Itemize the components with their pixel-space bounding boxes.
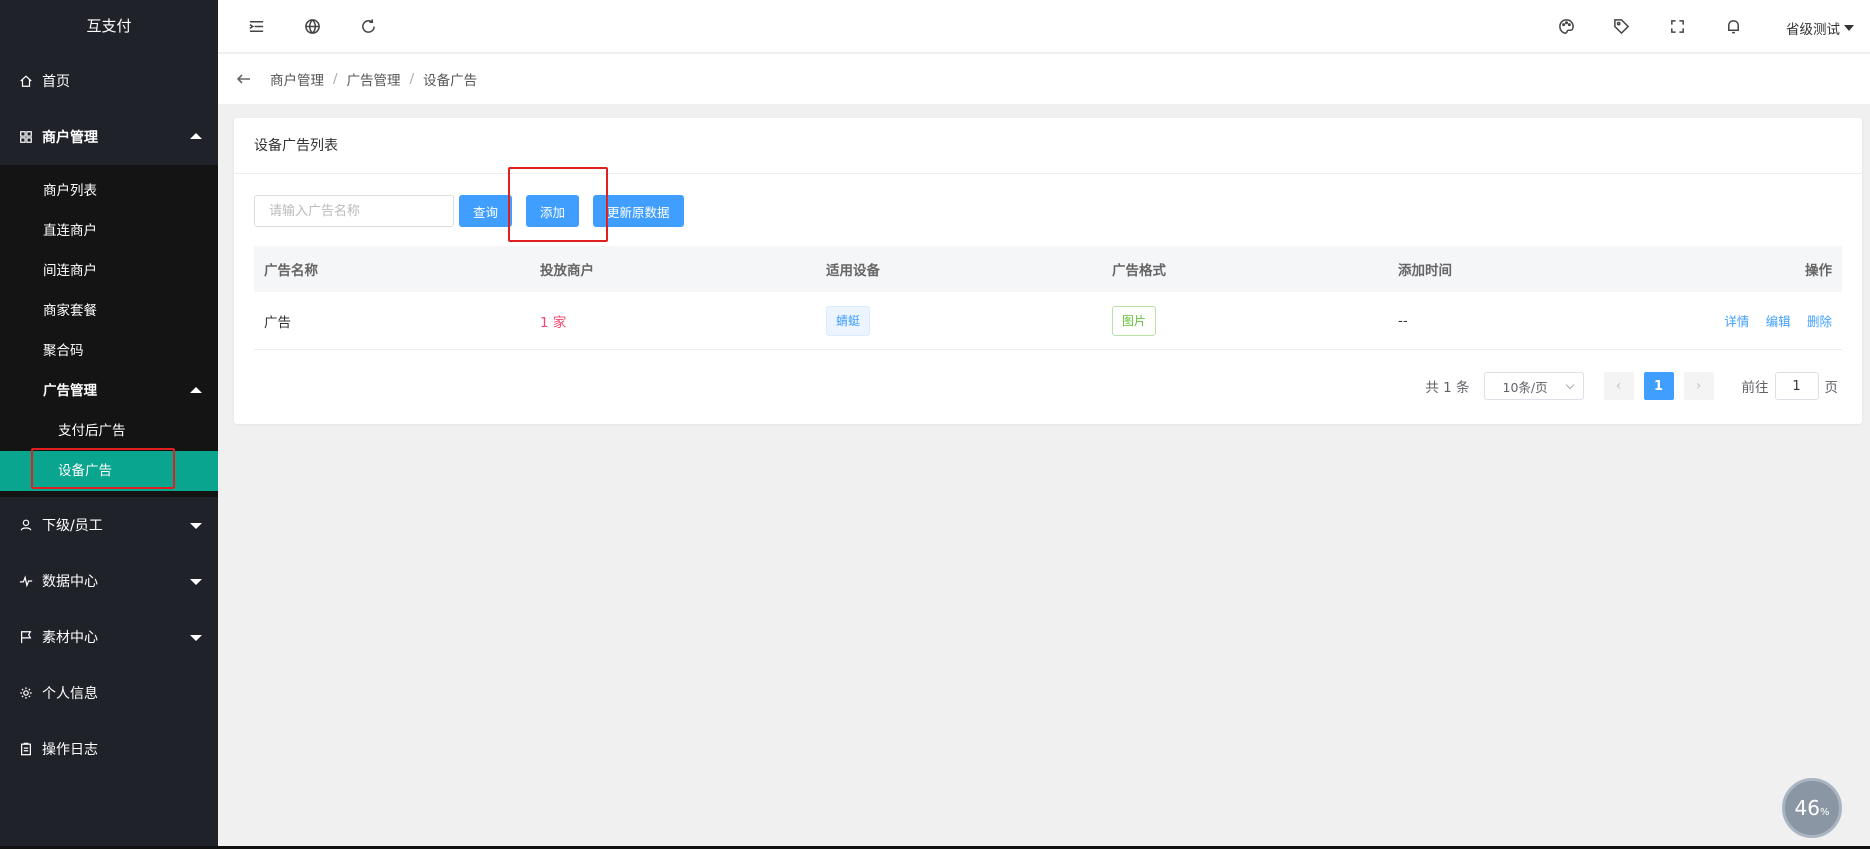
column-header-actions: 操作	[1805, 263, 1832, 279]
device-ad-table: 广告名称 投放商户 适用设备 广告格式 添加时间 操作 广告 1 家 蜻蜓 图片…	[254, 246, 1842, 350]
column-header-merchant: 投放商户	[540, 263, 594, 279]
sidebar-item-label: 下级/员工	[42, 518, 103, 534]
caret-up-icon	[190, 387, 202, 393]
edit-link[interactable]: 编辑	[1766, 314, 1791, 329]
page-suffix-label: 页	[1824, 380, 1839, 396]
caret-down-icon	[190, 523, 202, 529]
page-number-current[interactable]: 1	[1643, 372, 1674, 400]
column-header-ad-name: 广告名称	[264, 263, 318, 279]
column-header-device: 适用设备	[826, 263, 880, 279]
grid-icon	[18, 129, 34, 145]
query-button[interactable]: 查询	[459, 195, 513, 227]
sidebar-item-label: 广告管理	[43, 383, 97, 399]
column-header-added-time: 添加时间	[1398, 263, 1452, 279]
gear-icon	[18, 685, 34, 701]
goto-label: 前往	[1741, 380, 1769, 396]
sidebar-item-subordinates[interactable]: 下级/员工	[0, 497, 218, 553]
toolbar: 查询 添加 更新原数据	[254, 195, 684, 227]
sidebar-item-post-payment-ad[interactable]: 支付后广告	[0, 411, 218, 451]
pulse-icon	[18, 573, 34, 589]
breadcrumb-separator: /	[333, 71, 338, 87]
prev-page-button[interactable]: ‹	[1603, 372, 1634, 400]
caret-down-icon	[190, 579, 202, 585]
pagination: 共 1 条 10条/页 ‹ 1 › 前往 页	[1425, 372, 1838, 400]
progress-badge[interactable]: 46%	[1782, 778, 1842, 838]
top-bar: 省级测试	[218, 0, 1870, 53]
next-page-button[interactable]: ›	[1683, 372, 1714, 400]
fullscreen-icon[interactable]	[1667, 16, 1687, 36]
caret-down-icon	[1844, 25, 1854, 31]
home-icon	[18, 73, 34, 89]
card-title: 设备广告列表	[234, 118, 1862, 174]
sidebar-item-data-center[interactable]: 数据中心	[0, 553, 218, 609]
sidebar-item-merchant-package[interactable]: 商家套餐	[0, 291, 218, 331]
device-tag: 蜻蜓	[826, 305, 871, 336]
format-tag: 图片	[1112, 305, 1157, 336]
sidebar-item-label: 操作日志	[42, 742, 98, 758]
table-row: 广告 1 家 蜻蜓 图片 -- 详情 编辑 删除	[254, 292, 1842, 350]
table-header: 广告名称 投放商户 适用设备 广告格式 添加时间 操作	[254, 246, 1842, 292]
page-size-value: 10条/页	[1502, 379, 1548, 395]
sidebar-item-label: 数据中心	[42, 574, 98, 590]
highlight-box-add-button	[508, 167, 608, 242]
sidebar-item-label: 素材中心	[42, 630, 98, 646]
caret-down-icon	[190, 635, 202, 641]
user-name: 省级测试	[1786, 22, 1840, 38]
page-size-select[interactable]: 10条/页	[1483, 372, 1584, 400]
user-dropdown[interactable]: 省级测试	[1786, 18, 1854, 38]
sidebar-item-indirect-merchant[interactable]: 间连商户	[0, 251, 218, 291]
breadcrumb-separator: /	[409, 71, 415, 87]
total-count: 共 1 条	[1425, 380, 1470, 396]
device-ad-card: 设备广告列表 查询 添加 更新原数据 广告名称 投放商户 适用设备 广告格式 添…	[234, 118, 1862, 424]
column-header-format: 广告格式	[1112, 263, 1166, 279]
menu-fold-icon[interactable]	[246, 16, 266, 36]
sidebar-item-merchant-management[interactable]: 商户管理	[0, 109, 218, 165]
app-logo-title: 互支付	[86, 17, 132, 35]
breadcrumb-item-merchant-management[interactable]: 商户管理	[270, 69, 324, 89]
caret-up-icon	[190, 133, 202, 139]
cell-merchant-count[interactable]: 1 家	[540, 311, 826, 331]
sidebar-item-merchant-list[interactable]: 商户列表	[0, 171, 218, 211]
clipboard-icon	[18, 741, 34, 757]
sidebar-item-ad-management[interactable]: 广告管理	[0, 371, 218, 411]
chevron-down-icon	[1565, 380, 1574, 389]
sidebar-item-direct-merchant[interactable]: 直连商户	[0, 211, 218, 251]
sidebar-item-material-center[interactable]: 素材中心	[0, 609, 218, 665]
cell-actions: 详情 编辑 删除	[1698, 311, 1842, 330]
sidebar-item-profile[interactable]: 个人信息	[0, 665, 218, 721]
palette-icon[interactable]	[1556, 16, 1576, 36]
globe-icon[interactable]	[302, 16, 322, 36]
sidebar-item-label: 个人信息	[42, 686, 98, 702]
breadcrumb: 商户管理 / 广告管理 / 设备广告	[218, 54, 1870, 104]
breadcrumb-item-device-ad: 设备广告	[423, 73, 478, 89]
sidebar-item-label: 首页	[42, 74, 70, 90]
sidebar-item-label: 商户管理	[42, 130, 98, 146]
sidebar-item-operation-log[interactable]: 操作日志	[0, 721, 218, 777]
breadcrumb-item-ad-management[interactable]: 广告管理	[347, 69, 401, 89]
sidebar-item-aggregate-code[interactable]: 聚合码	[0, 331, 218, 371]
detail-link[interactable]: 详情	[1724, 314, 1749, 329]
tag-icon[interactable]	[1611, 16, 1631, 36]
cell-ad-name: 广告	[264, 314, 291, 331]
user-icon	[18, 517, 34, 533]
highlight-box-device-ad	[31, 448, 175, 489]
sidebar: 互支付 首页 商户管理 商户列表 直连商户 间连商户 商家套餐 聚合码 广告管理…	[0, 0, 218, 849]
cell-added-time: --	[1398, 312, 1408, 329]
delete-link[interactable]: 删除	[1807, 314, 1832, 329]
bell-icon[interactable]	[1723, 16, 1743, 36]
ad-name-search-input[interactable]	[254, 195, 454, 227]
flag-icon	[18, 629, 34, 645]
progress-value: 46	[1794, 796, 1820, 820]
sidebar-item-home[interactable]: 首页	[0, 53, 218, 109]
progress-unit: %	[1819, 806, 1830, 818]
goto-page-input[interactable]	[1774, 372, 1819, 400]
refresh-icon[interactable]	[358, 16, 378, 36]
back-arrow-icon[interactable]	[236, 71, 252, 87]
